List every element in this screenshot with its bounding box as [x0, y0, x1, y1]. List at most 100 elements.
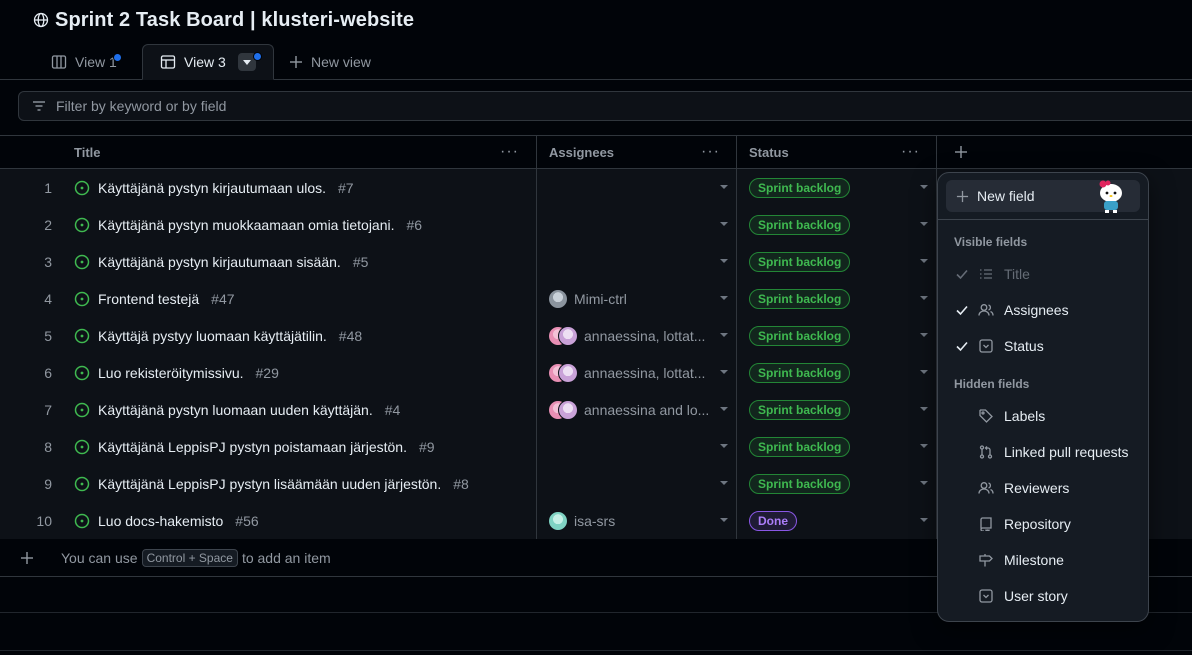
- tab-view-1[interactable]: View 1: [51, 44, 122, 79]
- issue-title-link[interactable]: Käyttäjänä LeppisPJ pystyn lisäämään uud…: [98, 476, 441, 492]
- status-cell[interactable]: Sprint backlog: [749, 428, 919, 465]
- status-cell[interactable]: Sprint backlog: [749, 206, 919, 243]
- assignees-dropdown-icon[interactable]: [720, 370, 728, 374]
- menu-item-label: User story: [1004, 588, 1068, 604]
- assignee-names: annaessina, lottat...: [584, 327, 706, 344]
- row-number: 2: [44, 216, 52, 233]
- status-cell[interactable]: Sprint backlog: [749, 465, 919, 502]
- status-cell[interactable]: Sprint backlog: [749, 391, 919, 428]
- assignees-cell[interactable]: annaessina, lottat...: [548, 317, 720, 354]
- page-header: Sprint 2 Task Board | klusteri-website: [33, 8, 414, 32]
- menu-item-labels[interactable]: Labels: [946, 400, 1140, 432]
- title-cell[interactable]: Käyttäjänä LeppisPJ pystyn poistamaan jä…: [74, 428, 534, 465]
- title-cell[interactable]: Luo docs-hakemisto #56: [74, 502, 534, 539]
- status-cell[interactable]: Sprint backlog: [749, 354, 919, 391]
- issue-open-icon: [74, 254, 90, 270]
- title-cell[interactable]: Luo rekisteröitymissivu. #29: [74, 354, 534, 391]
- status-dropdown-icon[interactable]: [920, 296, 928, 300]
- status-cell[interactable]: Sprint backlog: [749, 169, 919, 206]
- menu-item-linked-pull-requests[interactable]: Linked pull requests: [946, 436, 1140, 468]
- status-cell[interactable]: Sprint backlog: [749, 280, 919, 317]
- table-header: Title ··· Assignees ··· Status ···: [0, 136, 1192, 169]
- assignees-cell[interactable]: annaessina and lo...: [548, 391, 720, 428]
- status-dropdown-icon[interactable]: [920, 185, 928, 189]
- status-cell[interactable]: Sprint backlog: [749, 317, 919, 354]
- menu-item-label: Linked pull requests: [1004, 444, 1129, 460]
- column-header-status[interactable]: Status: [749, 136, 789, 168]
- status-dropdown-icon[interactable]: [920, 370, 928, 374]
- title-cell[interactable]: Käyttäjä pystyy luomaan käyttäjätilin. #4…: [74, 317, 534, 354]
- filter-icon: [31, 98, 47, 114]
- filter-input[interactable]: Filter by keyword or by field: [18, 91, 1192, 121]
- status-column-menu-icon[interactable]: ···: [901, 136, 920, 168]
- assignees-dropdown-icon[interactable]: [720, 185, 728, 189]
- assignees-cell[interactable]: [548, 428, 720, 465]
- menu-item-reviewers[interactable]: Reviewers: [946, 472, 1140, 504]
- menu-item-label: Labels: [1004, 408, 1046, 424]
- issue-title-link[interactable]: Käyttäjä pystyy luomaan käyttäjätilin.: [98, 328, 327, 344]
- assignees-cell[interactable]: [548, 465, 720, 502]
- status-cell[interactable]: Done: [749, 502, 919, 539]
- assignees-cell[interactable]: [548, 206, 720, 243]
- issue-number: #47: [211, 290, 235, 307]
- issue-title-link[interactable]: Luo docs-hakemisto: [98, 513, 223, 529]
- assignees-cell[interactable]: [548, 243, 720, 280]
- avatar: [558, 399, 578, 420]
- assignee-names: annaessina and lo...: [584, 401, 710, 418]
- title-cell[interactable]: Käyttäjänä pystyn luomaan uuden käyttäjä…: [74, 391, 534, 428]
- new-field-button[interactable]: New field: [946, 180, 1140, 213]
- assignees-cell[interactable]: [548, 169, 720, 206]
- issue-title-link[interactable]: Frontend testejä: [98, 291, 199, 307]
- status-dropdown-icon[interactable]: [920, 481, 928, 485]
- assignees-cell[interactable]: Mimi-ctrl: [548, 280, 720, 317]
- issue-open-icon: [74, 402, 90, 418]
- title-cell[interactable]: Käyttäjänä pystyn muokkaamaan omia tieto…: [74, 206, 534, 243]
- issue-title-link[interactable]: Käyttäjänä pystyn kirjautumaan ulos.: [98, 180, 326, 196]
- row-number: 1: [44, 179, 52, 196]
- assignees-dropdown-icon[interactable]: [720, 222, 728, 226]
- assignees-dropdown-icon[interactable]: [720, 518, 728, 522]
- menu-item-milestone[interactable]: Milestone: [946, 544, 1140, 576]
- assignees-cell[interactable]: isa-srs: [548, 502, 720, 539]
- add-field-button[interactable]: [954, 136, 968, 168]
- issue-title-link[interactable]: Käyttäjänä pystyn muokkaamaan omia tieto…: [98, 217, 395, 233]
- row-number: 7: [44, 401, 52, 418]
- menu-item-repository[interactable]: Repository: [946, 508, 1140, 540]
- issue-title-link[interactable]: Käyttäjänä LeppisPJ pystyn poistamaan jä…: [98, 439, 407, 455]
- title-cell[interactable]: Käyttäjänä LeppisPJ pystyn lisäämään uud…: [74, 465, 534, 502]
- status-cell[interactable]: Sprint backlog: [749, 243, 919, 280]
- title-cell[interactable]: Käyttäjänä pystyn kirjautumaan ulos. #7: [74, 169, 534, 206]
- status-dropdown-icon[interactable]: [920, 333, 928, 337]
- status-dropdown-icon[interactable]: [920, 407, 928, 411]
- new-view-button[interactable]: New view: [289, 44, 371, 79]
- repo-icon: [977, 517, 995, 531]
- assignees-dropdown-icon[interactable]: [720, 333, 728, 337]
- assignees-dropdown-icon[interactable]: [720, 444, 728, 448]
- menu-item-user-story[interactable]: User story: [946, 580, 1140, 612]
- column-header-assignees[interactable]: Assignees: [549, 136, 614, 168]
- assignees-column-menu-icon[interactable]: ···: [701, 136, 720, 168]
- menu-item-label: Milestone: [1004, 552, 1064, 568]
- filter-placeholder: Filter by keyword or by field: [56, 98, 227, 114]
- title-column-menu-icon[interactable]: ···: [500, 136, 519, 168]
- issue-title-link[interactable]: Luo rekisteröitymissivu.: [98, 365, 244, 381]
- tab-view-3[interactable]: View 3: [142, 44, 274, 80]
- assignees-dropdown-icon[interactable]: [720, 259, 728, 263]
- status-dropdown-icon[interactable]: [920, 518, 928, 522]
- check-icon: [953, 267, 971, 281]
- issue-number: #9: [418, 438, 435, 455]
- assignees-cell[interactable]: annaessina, lottat...: [548, 354, 720, 391]
- status-dropdown-icon[interactable]: [920, 444, 928, 448]
- assignees-dropdown-icon[interactable]: [720, 296, 728, 300]
- status-dropdown-icon[interactable]: [920, 259, 928, 263]
- menu-item-status[interactable]: Status: [946, 330, 1140, 362]
- title-cell[interactable]: Käyttäjänä pystyn kirjautumaan sisään. #5: [74, 243, 534, 280]
- issue-title-link[interactable]: Käyttäjänä pystyn luomaan uuden käyttäjä…: [98, 402, 373, 418]
- assignees-dropdown-icon[interactable]: [720, 407, 728, 411]
- column-header-title[interactable]: Title: [74, 136, 101, 168]
- title-cell[interactable]: Frontend testejä #47: [74, 280, 534, 317]
- menu-item-assignees[interactable]: Assignees: [946, 294, 1140, 326]
- status-dropdown-icon[interactable]: [920, 222, 928, 226]
- issue-title-link[interactable]: Käyttäjänä pystyn kirjautumaan sisään.: [98, 254, 341, 270]
- assignees-dropdown-icon[interactable]: [720, 481, 728, 485]
